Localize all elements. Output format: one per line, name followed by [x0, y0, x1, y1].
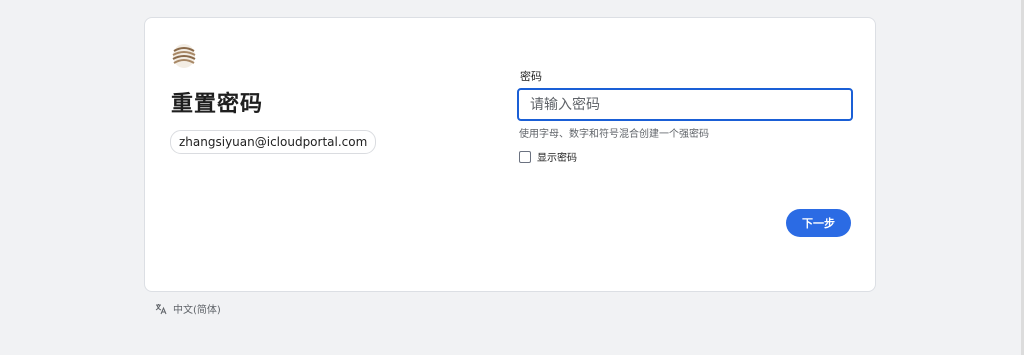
show-password-checkbox[interactable] [519, 150, 531, 163]
password-label: 密码 [520, 70, 542, 83]
page-title: 重置密码 [171, 92, 264, 117]
account-email-chip[interactable]: zhangsiyuan@icloudportal.com [170, 130, 377, 154]
password-hint: 使用字母、数字和符号混合创建一个强密码 [519, 129, 709, 140]
language-label: 中文(简体) [173, 305, 221, 316]
language-selector[interactable]: 中文(简体) [155, 301, 221, 316]
show-password-toggle[interactable]: 显示密码 [519, 149, 577, 164]
next-button[interactable]: 下一步 [786, 209, 851, 237]
show-password-label: 显示密码 [537, 153, 577, 164]
password-input[interactable] [517, 88, 853, 121]
reset-password-card: 重置密码 zhangsiyuan@icloudportal.com 密码 使用字… [144, 17, 876, 292]
translate-icon [155, 303, 167, 314]
brand-logo [172, 44, 196, 68]
